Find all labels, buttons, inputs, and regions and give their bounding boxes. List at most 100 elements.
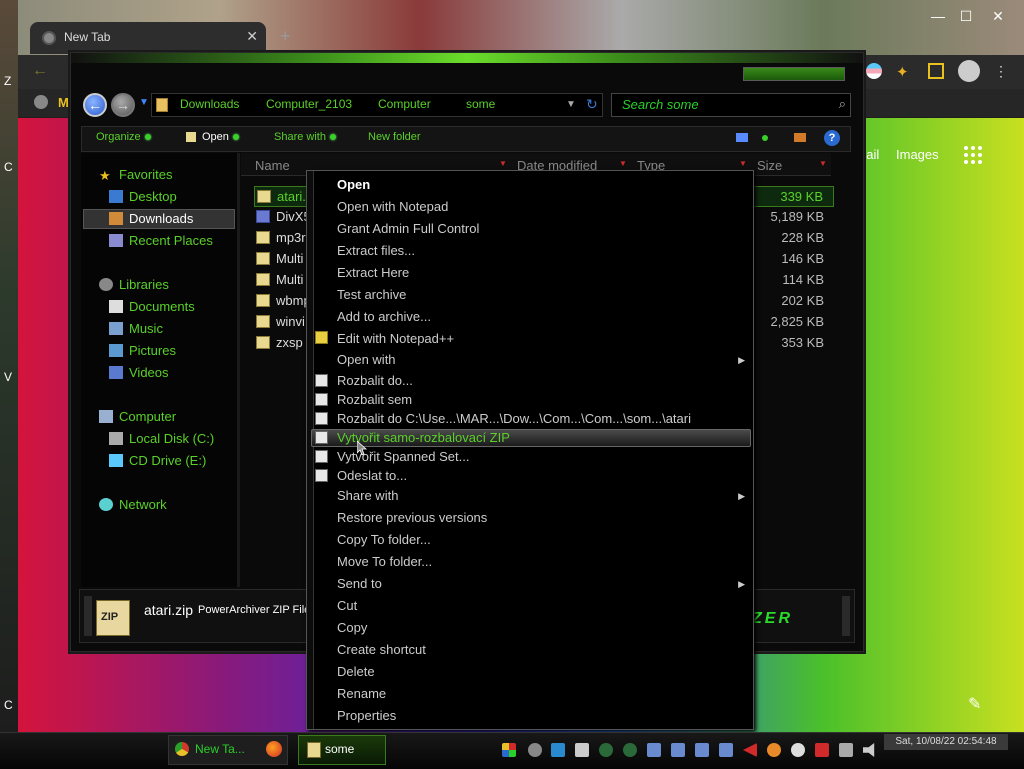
menu-item-send-to[interactable]: Send to [337, 576, 382, 591]
back-arrow-icon[interactable]: ← [32, 62, 48, 80]
menu-item-properties[interactable]: Properties [337, 708, 396, 723]
tab-title: New Tab [64, 30, 111, 44]
address-dropdown-icon[interactable]: ▼ [566, 99, 576, 110]
avatar[interactable] [958, 60, 980, 82]
taskbar-explorer-button[interactable]: some [298, 735, 386, 765]
search-icon[interactable]: ⌕ [839, 96, 846, 112]
new-tab-button[interactable]: + [280, 26, 291, 47]
details-filetype: PowerArchiver ZIP File [198, 604, 311, 616]
tray-network-icon[interactable] [695, 743, 709, 757]
tray-ac-icon[interactable] [599, 743, 613, 757]
forward-button[interactable]: → [111, 93, 135, 117]
tray-arrow-icon[interactable] [743, 743, 757, 757]
menu-item-grant-admin[interactable]: Grant Admin Full Control [337, 221, 479, 236]
star-icon: ★ [99, 168, 111, 183]
menu-item-extract-files[interactable]: Extract files... [337, 243, 415, 258]
tray-shield-icon[interactable] [815, 743, 829, 757]
sort-arrow-icon[interactable]: ▼ [739, 159, 747, 168]
breadcrumb-item[interactable]: some [466, 97, 495, 111]
file-name: Multi [276, 251, 304, 266]
menu-item-test-archive[interactable]: Test archive [337, 287, 406, 302]
tray-disc-icon[interactable] [528, 743, 542, 757]
tray-display-icon[interactable] [839, 743, 853, 757]
preview-pane-icon[interactable] [794, 133, 806, 142]
tray-search-icon[interactable] [767, 743, 781, 757]
close-tab-icon[interactable]: ✕ [246, 28, 258, 45]
open-button[interactable]: Open [186, 131, 239, 143]
navigation-pane: ★ Favorites Desktop Downloads Recent Pla… [81, 153, 237, 587]
share-with-label: Share with [274, 131, 326, 143]
menu-item-add-to-archive[interactable]: Add to archive... [337, 309, 431, 324]
menu-item-rename[interactable]: Rename [337, 686, 386, 701]
menu-item-rozbalit-path[interactable]: Rozbalit do C:\Use...\MAR...\Dow...\Com.… [337, 411, 691, 426]
address-bar[interactable]: Downloads Computer_2103 Computer some ▼ … [151, 93, 603, 117]
menu-item-open[interactable]: Open [337, 177, 370, 192]
tray-network-icon[interactable] [671, 743, 685, 757]
minimize-button[interactable]: — [928, 8, 948, 24]
sort-arrow-icon[interactable]: ▼ [819, 159, 827, 168]
file-size: 202 KB [781, 293, 824, 308]
sidebar-icon[interactable] [928, 63, 944, 79]
menu-item-open-with[interactable]: Open with [337, 352, 396, 367]
archiver-icon [315, 393, 328, 406]
desktop-label: Z [4, 74, 12, 88]
search-input[interactable]: Search some ⌕ [611, 93, 851, 117]
refresh-icon[interactable]: ↻ [586, 96, 598, 113]
extensions-puzzle-icon[interactable]: ✦ [896, 63, 912, 81]
apps-grid-icon[interactable] [964, 146, 982, 164]
menu-item-copy-to-folder[interactable]: Copy To folder... [337, 532, 431, 547]
tray-network-icon[interactable] [719, 743, 733, 757]
pane-splitter[interactable] [237, 153, 240, 587]
organize-button[interactable]: Organize [96, 131, 151, 143]
zip-file-icon [257, 190, 271, 203]
customize-pencil-icon[interactable]: ✎ [968, 694, 981, 714]
maximize-button[interactable]: ☐ [956, 8, 976, 25]
tray-network-icon[interactable] [647, 743, 661, 757]
menu-item-copy[interactable]: Copy [337, 620, 367, 635]
menu-item-extract-here[interactable]: Extract Here [337, 265, 409, 280]
menu-item-rozbalit-sem[interactable]: Rozbalit sem [337, 392, 412, 407]
sort-arrow-icon[interactable]: ▼ [499, 159, 507, 168]
column-size[interactable]: Size [757, 158, 782, 173]
menu-item-restore-versions[interactable]: Restore previous versions [337, 510, 487, 525]
tray-ac-icon[interactable] [623, 743, 637, 757]
help-icon[interactable]: ? [824, 130, 840, 146]
globe-icon[interactable] [34, 95, 48, 109]
images-link[interactable]: Images [896, 147, 939, 162]
menu-item-move-to-folder[interactable]: Move To folder... [337, 554, 432, 569]
breadcrumb-item[interactable]: Computer_2103 [266, 97, 352, 111]
recent-pages-dropdown-icon[interactable]: ▼ [139, 97, 149, 108]
menu-item-rozbalit-do[interactable]: Rozbalit do... [337, 373, 413, 388]
tray-windows-icon[interactable] [502, 743, 516, 757]
tray-cursor-icon[interactable] [551, 743, 565, 757]
close-window-button[interactable]: ✕ [988, 8, 1008, 25]
window-controls[interactable] [743, 67, 845, 81]
pictures-icon [109, 344, 123, 357]
tray-emoji-icon[interactable] [791, 743, 805, 757]
file-size: 228 KB [781, 230, 824, 245]
menu-item-create-shortcut[interactable]: Create shortcut [337, 642, 426, 657]
browser-tab[interactable]: New Tab ✕ [30, 22, 266, 54]
firefox-icon[interactable] [266, 741, 282, 757]
view-options-icon[interactable] [736, 133, 748, 142]
menu-item-edit-notepadpp[interactable]: Edit with Notepad++ [337, 331, 454, 346]
menu-item-cut[interactable]: Cut [337, 598, 357, 613]
share-with-button[interactable]: Share with [274, 131, 336, 143]
tray-app-icon[interactable] [575, 743, 589, 757]
breadcrumb-item[interactable]: Computer [378, 97, 431, 111]
system-clock[interactable]: Sat, 10/08/22 02:54:48 [884, 734, 1008, 750]
breadcrumb-item[interactable]: Downloads [180, 97, 239, 111]
sort-arrow-icon[interactable]: ▼ [619, 159, 627, 168]
volume-icon[interactable] [863, 743, 875, 757]
new-folder-button[interactable]: New folder [368, 131, 421, 143]
column-name[interactable]: Name [255, 158, 290, 173]
menu-dots-icon[interactable]: ⋮ [994, 63, 1010, 79]
menu-item-odeslat[interactable]: Odeslat to... [337, 468, 407, 483]
profile-flag-icon[interactable] [866, 63, 882, 79]
menu-item-open-with-notepad[interactable]: Open with Notepad [337, 199, 448, 214]
bookmark-item[interactable]: M [58, 95, 69, 110]
back-button[interactable]: ← [83, 93, 107, 117]
menu-item-share-with[interactable]: Share with [337, 488, 398, 503]
view-dropdown-icon[interactable] [762, 135, 768, 141]
menu-item-delete[interactable]: Delete [337, 664, 375, 679]
